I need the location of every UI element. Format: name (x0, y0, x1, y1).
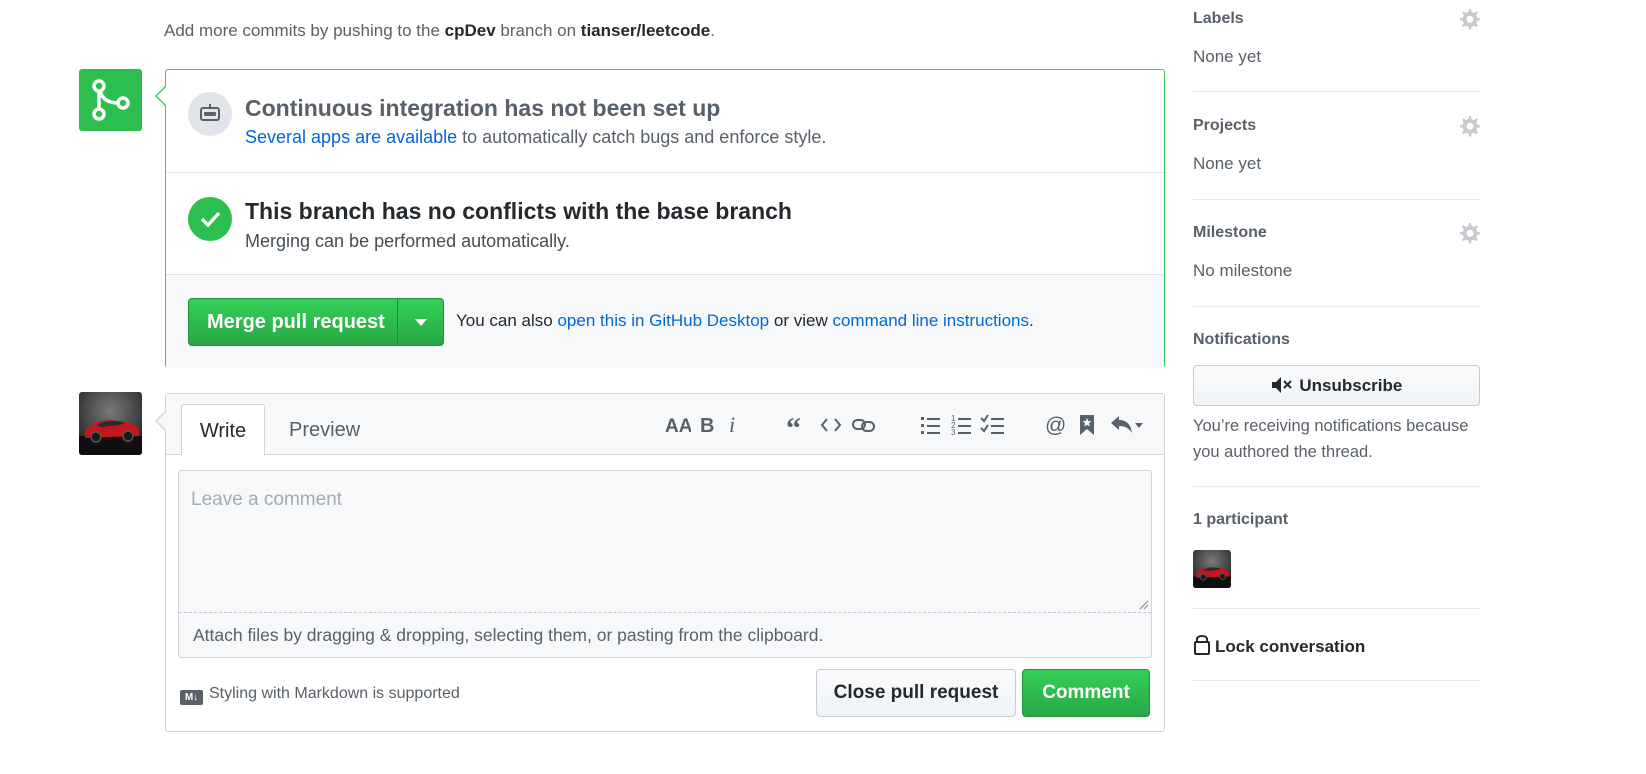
sidebar-milestone: Milestone No milestone (1193, 200, 1480, 307)
sidebar-projects: Projects None yet (1193, 92, 1480, 200)
apps-available-link[interactable]: Several apps are available (245, 127, 457, 147)
comment-tab-bar: Write Preview AA B i “ 123 @ (166, 394, 1164, 456)
svg-text:AA: AA (665, 416, 691, 437)
notifications-reason: You’re receiving notifications because y… (1193, 417, 1469, 461)
repo-name: tianser/leetcode (580, 21, 711, 40)
quote-icon[interactable]: “ (783, 409, 811, 441)
ci-status: Continuous integration has not been set … (166, 70, 1164, 173)
labels-heading[interactable]: Labels (1193, 10, 1244, 28)
user-avatar[interactable] (79, 392, 142, 455)
command-line-link[interactable]: command line instructions (832, 311, 1029, 330)
svg-text:i: i (729, 413, 735, 437)
projects-heading[interactable]: Projects (1193, 117, 1256, 135)
milestone-heading[interactable]: Milestone (1193, 224, 1267, 242)
no-conflicts-subtitle: Merging can be performed automatically. (245, 231, 570, 251)
gear-icon[interactable] (1458, 8, 1480, 30)
chevron-down-icon[interactable] (415, 319, 427, 326)
merge-actions: Merge pull request You can also open thi… (166, 275, 1164, 368)
bold-icon[interactable]: B (695, 409, 723, 441)
bullet-list-icon[interactable] (917, 409, 945, 441)
comment-textarea[interactable]: Leave a comment Attach files by dragging… (178, 470, 1152, 658)
check-icon (188, 197, 232, 241)
comment-form: Write Preview AA B i “ 123 @ Leave a com… (155, 393, 1165, 732)
numbered-list-icon[interactable]: 123 (948, 409, 976, 441)
ci-robot-icon (188, 92, 232, 136)
task-list-icon[interactable] (978, 409, 1006, 441)
tab-preview[interactable]: Preview (289, 404, 360, 456)
push-hint: Add more commits by pushing to the cpDev… (164, 21, 715, 40)
lock-icon (1194, 635, 1210, 655)
resize-handle-icon[interactable] (1137, 598, 1149, 610)
milestone-value: No milestone (1193, 261, 1293, 280)
notifications-heading: Notifications (1193, 331, 1290, 348)
markdown-icon: M↓ (180, 690, 203, 705)
mute-icon (1271, 377, 1292, 393)
branch-name: cpDev (444, 21, 496, 40)
projects-value: None yet (1193, 154, 1262, 173)
svg-text:B: B (700, 415, 714, 437)
link-icon[interactable] (849, 409, 877, 441)
gear-icon[interactable] (1458, 222, 1480, 244)
tab-write[interactable]: Write (181, 404, 265, 456)
reply-icon[interactable] (1107, 409, 1143, 441)
lock-conversation-link[interactable]: Lock conversation (1193, 633, 1365, 657)
participant-avatar[interactable] (1193, 550, 1231, 588)
svg-text:“: “ (786, 413, 801, 437)
merge-pull-request-button[interactable]: Merge pull request (188, 298, 444, 346)
code-icon[interactable] (817, 409, 845, 441)
ci-title: Continuous integration has not been set … (245, 95, 721, 121)
sidebar-participants: 1 participant (1193, 487, 1480, 609)
header-icon[interactable]: AA (663, 409, 691, 441)
mention-icon[interactable]: @ (1042, 409, 1070, 441)
no-conflicts-title: This branch has no conflicts with the ba… (245, 198, 792, 224)
comment-placeholder: Leave a comment (191, 489, 343, 510)
close-pull-request-button[interactable]: Close pull request (816, 669, 1016, 717)
gear-icon[interactable] (1458, 115, 1480, 137)
git-merge-icon (92, 79, 130, 121)
comment-button[interactable]: Comment (1022, 669, 1150, 717)
svg-text:3: 3 (951, 428, 956, 437)
no-conflicts-status: This branch has no conflicts with the ba… (166, 173, 1164, 275)
participants-heading: 1 participant (1193, 511, 1289, 528)
sidebar-labels: Labels None yet (1193, 0, 1480, 92)
attach-files-area[interactable]: Attach files by dragging & dropping, sel… (179, 612, 1151, 657)
merge-status-icon (79, 69, 142, 131)
svg-text:@: @ (1045, 414, 1066, 437)
github-desktop-link[interactable]: open this in GitHub Desktop (557, 311, 769, 330)
unsubscribe-button[interactable]: Unsubscribe (1193, 365, 1480, 406)
labels-value: None yet (1193, 47, 1262, 66)
italic-icon[interactable]: i (721, 409, 749, 441)
merge-box: Continuous integration has not been set … (155, 69, 1165, 368)
bookmark-icon[interactable] (1073, 409, 1101, 441)
markdown-note[interactable]: M↓ Styling with Markdown is supported (180, 685, 460, 705)
